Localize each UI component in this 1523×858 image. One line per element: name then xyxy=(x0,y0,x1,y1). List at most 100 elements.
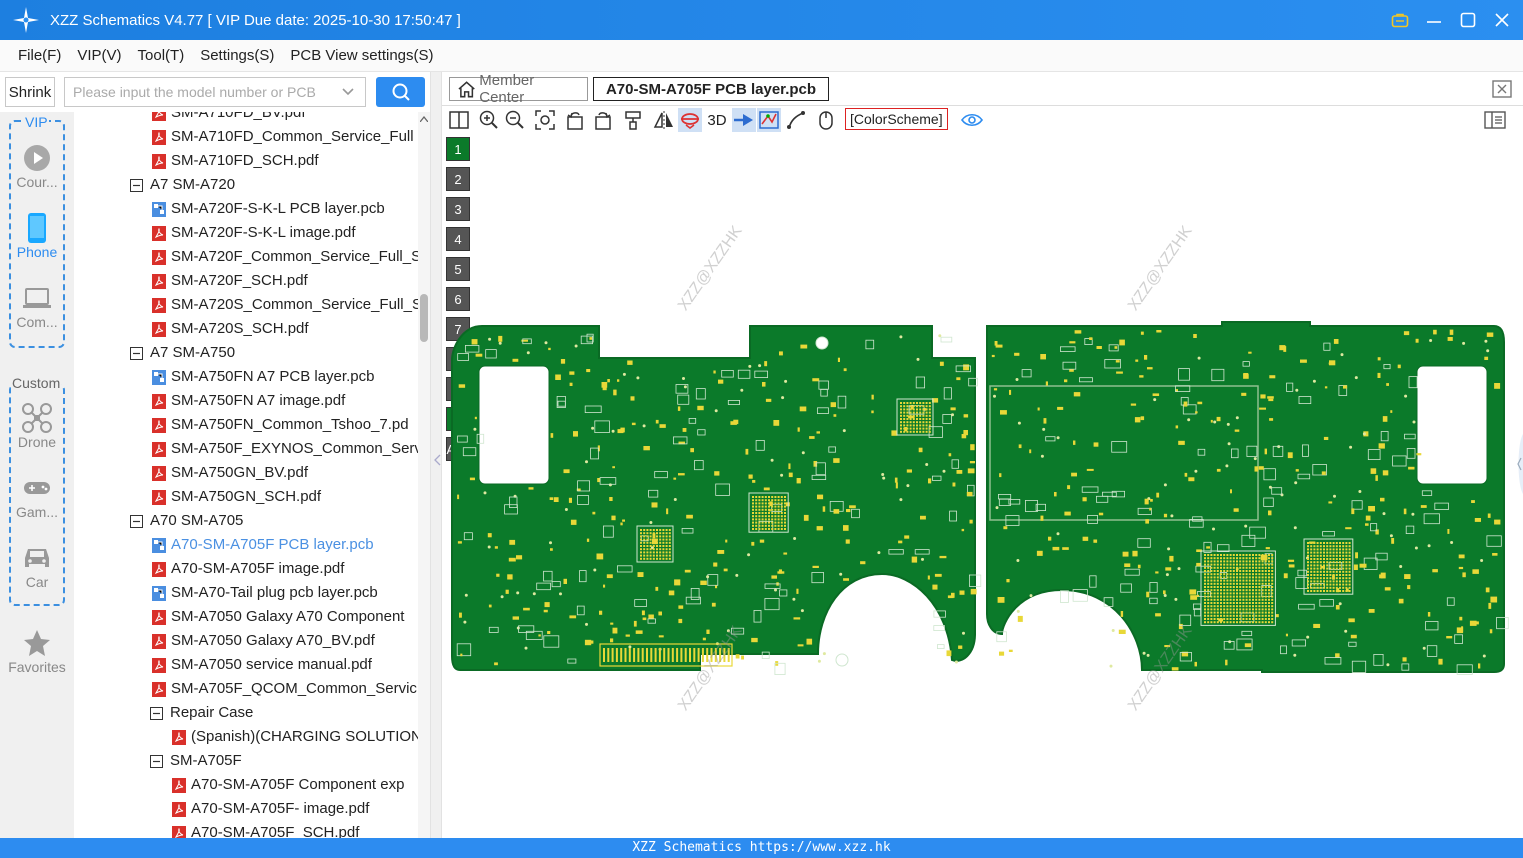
collapse-toggle-icon[interactable] xyxy=(130,346,143,360)
nav-game[interactable]: Gam... xyxy=(0,472,74,520)
tree-folder[interactable]: A7 SM-A720 xyxy=(130,173,235,197)
panel-splitter[interactable] xyxy=(430,72,442,838)
pdf-file-icon xyxy=(152,465,166,481)
search-button[interactable] xyxy=(376,77,425,107)
tree-file[interactable]: A70-SM-A705F PCB layer.pcb xyxy=(152,533,374,557)
nav-car[interactable]: Car xyxy=(0,542,74,590)
window-title: XZZ Schematics V4.77 [ VIP Due date: 202… xyxy=(50,11,461,29)
scroll-up-icon[interactable] xyxy=(420,116,428,122)
menu-settings[interactable]: Settings(S) xyxy=(200,47,274,64)
flip-board-button[interactable] xyxy=(678,108,702,132)
minimize-icon[interactable] xyxy=(1423,9,1445,31)
zoom-in-button[interactable] xyxy=(477,108,501,132)
pcb-ball xyxy=(1326,574,1329,576)
nav-drone[interactable]: Drone xyxy=(0,402,74,450)
visibility-button[interactable] xyxy=(960,108,984,132)
mirror-button[interactable] xyxy=(652,108,676,132)
tree-file[interactable]: SM-A7050 Galaxy A70 Component xyxy=(152,605,404,629)
tree-file[interactable]: SM-A710FD_Common_Service_Full xyxy=(152,125,414,149)
tree-file[interactable]: SM-A750FN_Common_Tshoo_7.pd xyxy=(152,413,409,437)
mouse-mode-button[interactable] xyxy=(814,108,838,132)
fit-view-button[interactable] xyxy=(533,108,557,132)
collapse-right-icon[interactable] xyxy=(1515,434,1523,494)
nav-phone[interactable]: Phone xyxy=(0,212,74,260)
pcb-via xyxy=(1226,422,1230,426)
close-tabs-icon[interactable] xyxy=(1492,80,1512,98)
chevron-down-icon[interactable] xyxy=(341,86,355,98)
pcb-ball xyxy=(777,499,780,502)
tree-file[interactable]: SM-A70-Tail plug pcb layer.pcb xyxy=(152,581,378,605)
tree-file[interactable]: SM-A750F_EXYNOS_Common_Serv xyxy=(152,437,418,461)
tree-file[interactable]: SM-A7050 Galaxy A70_BV.pdf xyxy=(152,629,375,653)
tree-file[interactable]: SM-A720S_SCH.pdf xyxy=(152,317,309,341)
tree-file[interactable]: A70-SM-A705F Component exp xyxy=(172,773,404,797)
tree-file[interactable]: SM-A750FN A7 image.pdf xyxy=(152,389,345,413)
tree-file[interactable]: A70-SM-A705F_SCH.pdf xyxy=(172,821,359,838)
pcb-ball xyxy=(1245,614,1248,617)
pcb-ball xyxy=(1319,574,1322,576)
tree-file[interactable]: SM-A710FD_BV.pdf xyxy=(152,112,306,125)
collapse-left-icon[interactable] xyxy=(433,454,441,466)
tree-file[interactable]: A70-SM-A705F image.pdf xyxy=(152,557,344,581)
tree-file[interactable]: SM-A7050 service manual.pdf xyxy=(152,653,372,677)
rotate-left-button[interactable] xyxy=(563,108,587,132)
menu-file[interactable]: File(F) xyxy=(18,47,61,64)
tree-file[interactable]: SM-A750GN_BV.pdf xyxy=(152,461,308,485)
split-view-button[interactable] xyxy=(447,108,471,132)
tree-scrollbar[interactable] xyxy=(418,112,430,838)
tree-file[interactable]: SM-A750FN A7 PCB layer.pcb xyxy=(152,365,374,389)
nav-computer[interactable]: Com... xyxy=(0,282,74,330)
brush-tool-button[interactable] xyxy=(621,108,645,132)
tree-folder[interactable]: Repair Case xyxy=(150,701,253,725)
pcb-canvas[interactable]: 12345678910ALL XZZ@XZZHK XZZ@XZZHK XZZ@X… xyxy=(442,134,1523,838)
scroll-thumb[interactable] xyxy=(420,294,428,342)
layer-view-button[interactable] xyxy=(757,108,781,132)
collapse-toggle-icon[interactable] xyxy=(130,178,143,192)
color-scheme-button[interactable]: [ColorScheme] xyxy=(845,108,948,130)
tree-file[interactable]: SM-A720S_Common_Service_Full_S xyxy=(152,293,418,317)
collapse-toggle-icon[interactable] xyxy=(130,514,143,528)
pcb-ball xyxy=(1348,564,1351,567)
tab-member-center[interactable]: Member Center xyxy=(449,72,588,106)
pcb-pad xyxy=(1288,564,1295,568)
pcb-pad xyxy=(1427,612,1431,617)
search-input[interactable]: Please input the model number or PCB xyxy=(64,77,366,107)
tree-file[interactable]: SM-A720F-S-K-L PCB layer.pcb xyxy=(152,197,385,221)
measure-button[interactable] xyxy=(784,108,808,132)
tree-file[interactable]: A70-SM-A705F- image.pdf xyxy=(172,797,369,821)
tree-folder[interactable]: A7 SM-A750 xyxy=(130,341,235,365)
pcb-ball xyxy=(1264,602,1267,604)
close-icon[interactable] xyxy=(1491,9,1513,31)
zoom-out-button[interactable] xyxy=(503,108,527,132)
tree-folder[interactable]: SM-A705F xyxy=(150,749,242,773)
tree-file[interactable]: SM-A750GN_SCH.pdf xyxy=(152,485,321,509)
menu-tool[interactable]: Tool(T) xyxy=(138,47,185,64)
net-highlight-button[interactable] xyxy=(732,108,756,132)
collapse-toggle-icon[interactable] xyxy=(150,706,163,720)
maximize-icon[interactable] xyxy=(1457,9,1479,31)
vip-badge-icon[interactable] xyxy=(1389,9,1411,31)
tree-folder[interactable]: A70 SM-A705 xyxy=(130,509,243,533)
rotate-right-button[interactable] xyxy=(591,108,615,132)
pcb-ball xyxy=(1226,566,1229,569)
tree-file[interactable]: SM-A720F_Common_Service_Full_S xyxy=(152,245,418,269)
collapse-toggle-icon[interactable] xyxy=(150,754,163,768)
pcb-ball xyxy=(1239,554,1242,556)
pcb-pad xyxy=(946,650,952,657)
3d-view-button[interactable]: 3D xyxy=(704,108,730,132)
nav-courses[interactable]: Cour... xyxy=(0,142,74,190)
shrink-button[interactable]: Shrink xyxy=(5,77,55,107)
menu-pcb-view-settings[interactable]: PCB View settings(S) xyxy=(290,47,433,64)
tree-file[interactable]: SM-A720F_SCH.pdf xyxy=(152,269,308,293)
tree-file[interactable]: SM-A705F_QCOM_Common_Servic xyxy=(152,677,417,701)
menu-vip[interactable]: VIP(V) xyxy=(77,47,121,64)
pcb-ball xyxy=(662,532,665,535)
right-panel-toggle[interactable] xyxy=(1483,108,1507,132)
pcb-via xyxy=(906,484,910,488)
tab-active-pcb[interactable]: A70-SM-A705F PCB layer.pcb xyxy=(593,77,829,101)
nav-favorites[interactable]: Favorites xyxy=(0,627,74,675)
tree-file[interactable]: SM-A720F-S-K-L image.pdf xyxy=(152,221,356,245)
pcb-board[interactable] xyxy=(442,134,1523,838)
tree-file[interactable]: (Spanish)(CHARGING SOLUTION xyxy=(172,725,418,749)
tree-file[interactable]: SM-A710FD_SCH.pdf xyxy=(152,149,319,173)
